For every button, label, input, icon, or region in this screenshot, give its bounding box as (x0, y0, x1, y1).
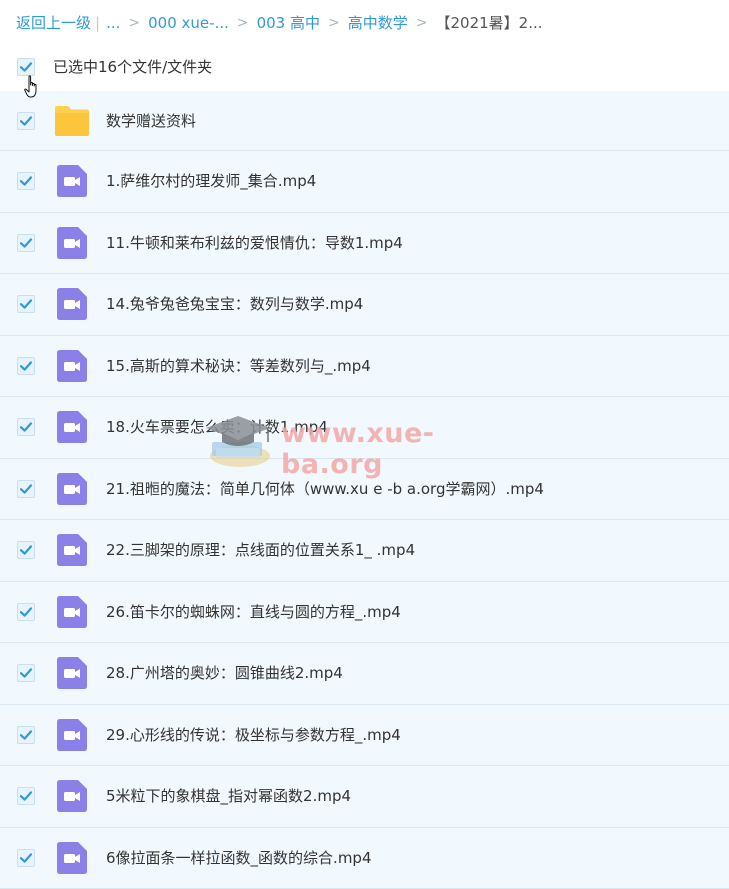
file-list: 数学赠送资料 1.萨维尔村的理发师_集合.mp4 11.牛顿和莱布利兹的爱恨情仇… (0, 91, 729, 889)
row-checkbox[interactable] (17, 357, 35, 375)
selection-bar: 已选中16个文件/文件夹 (0, 48, 729, 88)
row-checkbox[interactable] (17, 295, 35, 313)
row-checkbox[interactable] (17, 480, 35, 498)
check-icon (19, 114, 33, 128)
video-file-icon (54, 533, 90, 567)
breadcrumb-separator: > (328, 12, 340, 34)
video-file-icon (54, 349, 90, 383)
check-icon (19, 236, 33, 250)
file-name[interactable]: 26.笛卡尔的蜘蛛网：直线与圆的方程_.mp4 (106, 601, 401, 623)
breadcrumb-item[interactable]: 000 xue-... (148, 12, 229, 34)
breadcrumb-ellipsis[interactable]: ... (106, 12, 120, 34)
video-file-icon (54, 287, 90, 321)
file-row[interactable]: 14.兔爷兔爸兔宝宝：数列与数学.mp4 (0, 274, 729, 336)
file-row[interactable]: 6像拉面条一样拉函数_函数的综合.mp4 (0, 828, 729, 889)
row-checkbox[interactable] (17, 418, 35, 436)
folder-icon (54, 104, 90, 138)
selection-count-label: 已选中16个文件/文件夹 (53, 56, 212, 78)
check-icon (19, 605, 33, 619)
video-file-icon (54, 472, 90, 506)
file-name[interactable]: 28.广州塔的奥妙：圆锥曲线2.mp4 (106, 662, 343, 684)
check-icon (19, 666, 33, 680)
file-name[interactable]: 5米粒下的象棋盘_指对幂函数2.mp4 (106, 785, 351, 807)
file-row[interactable]: 5米粒下的象棋盘_指对幂函数2.mp4 (0, 766, 729, 828)
check-icon (19, 420, 33, 434)
back-link[interactable]: 返回上一级 (16, 12, 91, 34)
file-name[interactable]: 18.火车票要怎么卖：计数1.mp4 (106, 416, 328, 438)
check-icon (19, 359, 33, 373)
check-icon (19, 851, 33, 865)
file-name[interactable]: 15.高斯的算术秘诀：等差数列与_.mp4 (106, 355, 371, 377)
file-row[interactable]: 18.火车票要怎么卖：计数1.mp4 (0, 397, 729, 459)
file-row[interactable]: 数学赠送资料 (0, 91, 729, 151)
file-row[interactable]: 28.广州塔的奥妙：圆锥曲线2.mp4 (0, 643, 729, 705)
file-row[interactable]: 1.萨维尔村的理发师_集合.mp4 (0, 151, 729, 213)
row-checkbox[interactable] (17, 787, 35, 805)
file-name[interactable]: 数学赠送资料 (106, 110, 196, 132)
breadcrumb-separator: > (128, 12, 140, 34)
file-row[interactable]: 21.祖暅的魔法：简单几何体（www.xu e -b a.org学霸网）.mp4 (0, 459, 729, 521)
file-name[interactable]: 29.心形线的传说：极坐标与参数方程_.mp4 (106, 724, 401, 746)
check-icon (19, 60, 33, 74)
video-file-icon (54, 841, 90, 875)
file-name[interactable]: 11.牛顿和莱布利兹的爱恨情仇：导数1.mp4 (106, 232, 403, 254)
check-icon (19, 482, 33, 496)
file-name[interactable]: 1.萨维尔村的理发师_集合.mp4 (106, 170, 316, 192)
select-all-checkbox[interactable] (17, 58, 35, 76)
breadcrumb-separator: > (237, 12, 249, 34)
video-file-icon (54, 410, 90, 444)
row-checkbox[interactable] (17, 112, 35, 130)
breadcrumb-item[interactable]: 003 高中 (257, 12, 320, 34)
video-file-icon (54, 656, 90, 690)
file-row[interactable]: 29.心形线的传说：极坐标与参数方程_.mp4 (0, 705, 729, 767)
breadcrumb-separator: > (416, 12, 428, 34)
check-icon (19, 543, 33, 557)
check-icon (19, 174, 33, 188)
hand-cursor-icon (24, 75, 40, 99)
video-file-icon (54, 164, 90, 198)
check-icon (19, 297, 33, 311)
video-file-icon (54, 595, 90, 629)
video-file-icon (54, 779, 90, 813)
video-file-icon (54, 226, 90, 260)
breadcrumb-current: 【2021暑】2... (435, 12, 542, 34)
breadcrumb: 返回上一级 | ... > 000 xue-... > 003 高中 > 高中数… (16, 12, 543, 34)
file-row[interactable]: 26.笛卡尔的蜘蛛网：直线与圆的方程_.mp4 (0, 582, 729, 644)
row-checkbox[interactable] (17, 541, 35, 559)
breadcrumb-item[interactable]: 高中数学 (348, 12, 408, 34)
file-row[interactable]: 22.三脚架的原理：点线面的位置关系1_ .mp4 (0, 520, 729, 582)
file-name[interactable]: 14.兔爷兔爸兔宝宝：数列与数学.mp4 (106, 293, 363, 315)
row-checkbox[interactable] (17, 726, 35, 744)
breadcrumb-divider: | (95, 12, 100, 34)
file-name[interactable]: 6像拉面条一样拉函数_函数的综合.mp4 (106, 847, 372, 869)
file-row[interactable]: 15.高斯的算术秘诀：等差数列与_.mp4 (0, 336, 729, 398)
row-checkbox[interactable] (17, 172, 35, 190)
file-name[interactable]: 22.三脚架的原理：点线面的位置关系1_ .mp4 (106, 539, 415, 561)
row-checkbox[interactable] (17, 849, 35, 867)
check-icon (19, 789, 33, 803)
file-name[interactable]: 21.祖暅的魔法：简单几何体（www.xu e -b a.org学霸网）.mp4 (106, 478, 544, 500)
check-icon (19, 728, 33, 742)
row-checkbox[interactable] (17, 664, 35, 682)
file-row[interactable]: 11.牛顿和莱布利兹的爱恨情仇：导数1.mp4 (0, 213, 729, 275)
row-checkbox[interactable] (17, 603, 35, 621)
row-checkbox[interactable] (17, 234, 35, 252)
video-file-icon (54, 718, 90, 752)
